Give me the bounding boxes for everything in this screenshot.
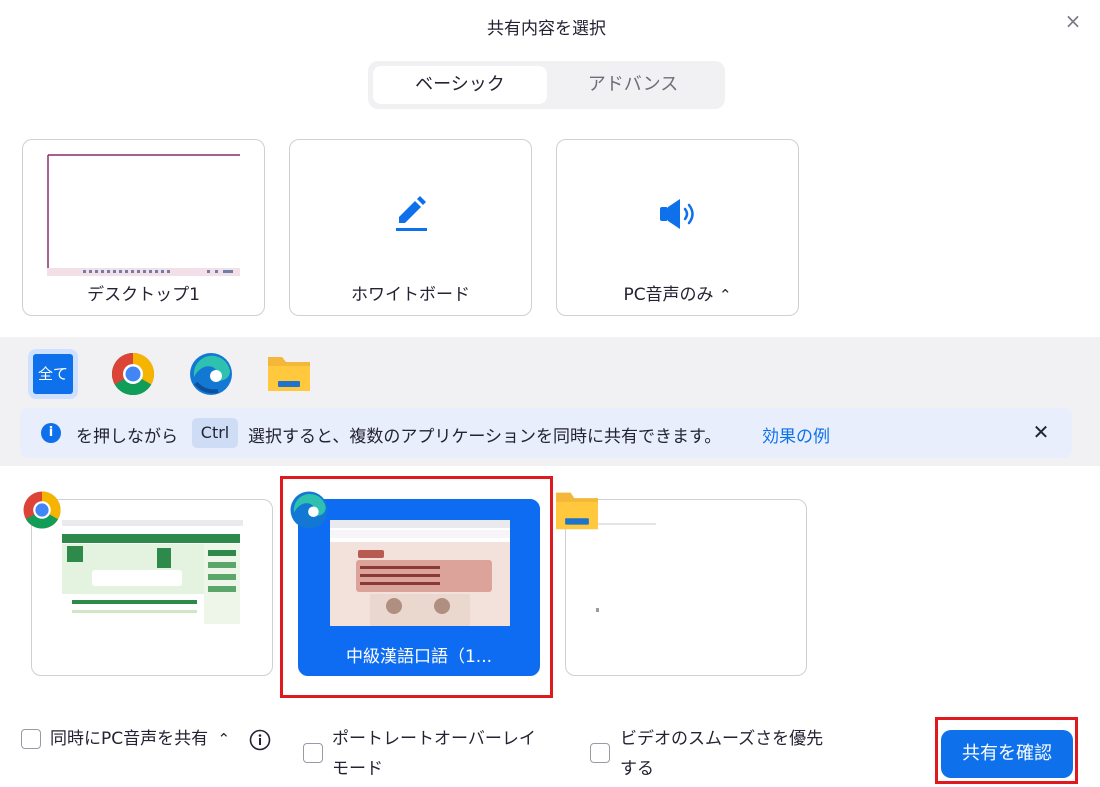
folder-icon xyxy=(268,357,310,391)
multi-select-info-bar: i を押しながら Ctrl 選択すると、複数のアプリケーションを同時に共有できま… xyxy=(20,408,1072,458)
edge-icon xyxy=(290,491,328,529)
portrait-overlay-checkbox[interactable] xyxy=(303,743,323,763)
speaker-icon xyxy=(660,199,694,229)
chrome-icon xyxy=(111,353,155,396)
share-card-label: デスクトップ1 xyxy=(87,285,200,305)
chevron-up-icon[interactable]: ⌃ xyxy=(218,730,231,748)
chevron-up-icon[interactable]: ⌃ xyxy=(719,286,732,304)
share-card-desktop[interactable]: デスクトップ1 xyxy=(22,139,265,316)
mode-tabs: ベーシック アドバンス xyxy=(368,61,725,109)
share-card-label: ホワイトボード xyxy=(351,285,470,305)
share-card-whiteboard[interactable]: ホワイトボード xyxy=(289,139,532,316)
window-thumb-edge[interactable]: 中級漢語口語（1... xyxy=(298,499,540,676)
folder-icon xyxy=(556,492,598,530)
video-smooth-checkbox[interactable] xyxy=(590,743,610,763)
dialog-titlebar: 共有内容を選択 × xyxy=(0,0,1100,50)
window-preview xyxy=(596,520,776,626)
filter-all[interactable]: 全て xyxy=(28,349,78,399)
tab-advanced[interactable]: アドバンス xyxy=(546,66,720,104)
window-preview xyxy=(62,520,243,626)
chrome-icon xyxy=(23,491,61,529)
filter-edge[interactable] xyxy=(186,349,236,399)
edge-icon xyxy=(190,353,232,395)
share-card-label: PC音声のみ ⌃ xyxy=(623,285,732,305)
share-audio-checkbox[interactable] xyxy=(21,729,41,749)
example-link[interactable]: 効果の例 xyxy=(762,422,830,447)
window-thumb-chrome[interactable] xyxy=(31,499,273,676)
portrait-overlay-label: ポートレートオーバーレイ モード xyxy=(332,729,536,779)
close-icon[interactable]: × xyxy=(1060,8,1086,34)
window-thumb-explorer[interactable] xyxy=(565,499,807,676)
info-icon[interactable] xyxy=(249,729,271,751)
tab-basic[interactable]: ベーシック xyxy=(373,66,547,104)
desktop-thumbnail-icon xyxy=(47,154,240,276)
video-smooth-label: ビデオのスムーズさを優先 する xyxy=(620,729,824,779)
filter-chrome[interactable] xyxy=(108,349,158,399)
dialog-title: 共有内容を選択 xyxy=(487,19,606,39)
ctrl-key-badge: Ctrl xyxy=(192,418,238,448)
info-close-icon[interactable]: ✕ xyxy=(1028,419,1054,445)
share-card-audio[interactable]: PC音声のみ ⌃ xyxy=(556,139,799,316)
info-text-before: を押しながら xyxy=(76,427,178,447)
pencil-icon xyxy=(396,196,427,231)
window-label: 中級漢語口語（1... xyxy=(345,647,493,667)
window-preview xyxy=(330,520,510,626)
confirm-share-button[interactable]: 共有を確認 xyxy=(941,730,1073,778)
info-text-after: 選択すると、複数のアプリケーションを同時に共有できます。 xyxy=(248,427,722,447)
share-audio-label: 同時にPC音声を共有 ⌃ xyxy=(50,729,231,749)
info-icon: i xyxy=(41,423,61,443)
filter-file-explorer[interactable] xyxy=(264,349,314,399)
filter-all-label: 全て xyxy=(33,354,73,394)
